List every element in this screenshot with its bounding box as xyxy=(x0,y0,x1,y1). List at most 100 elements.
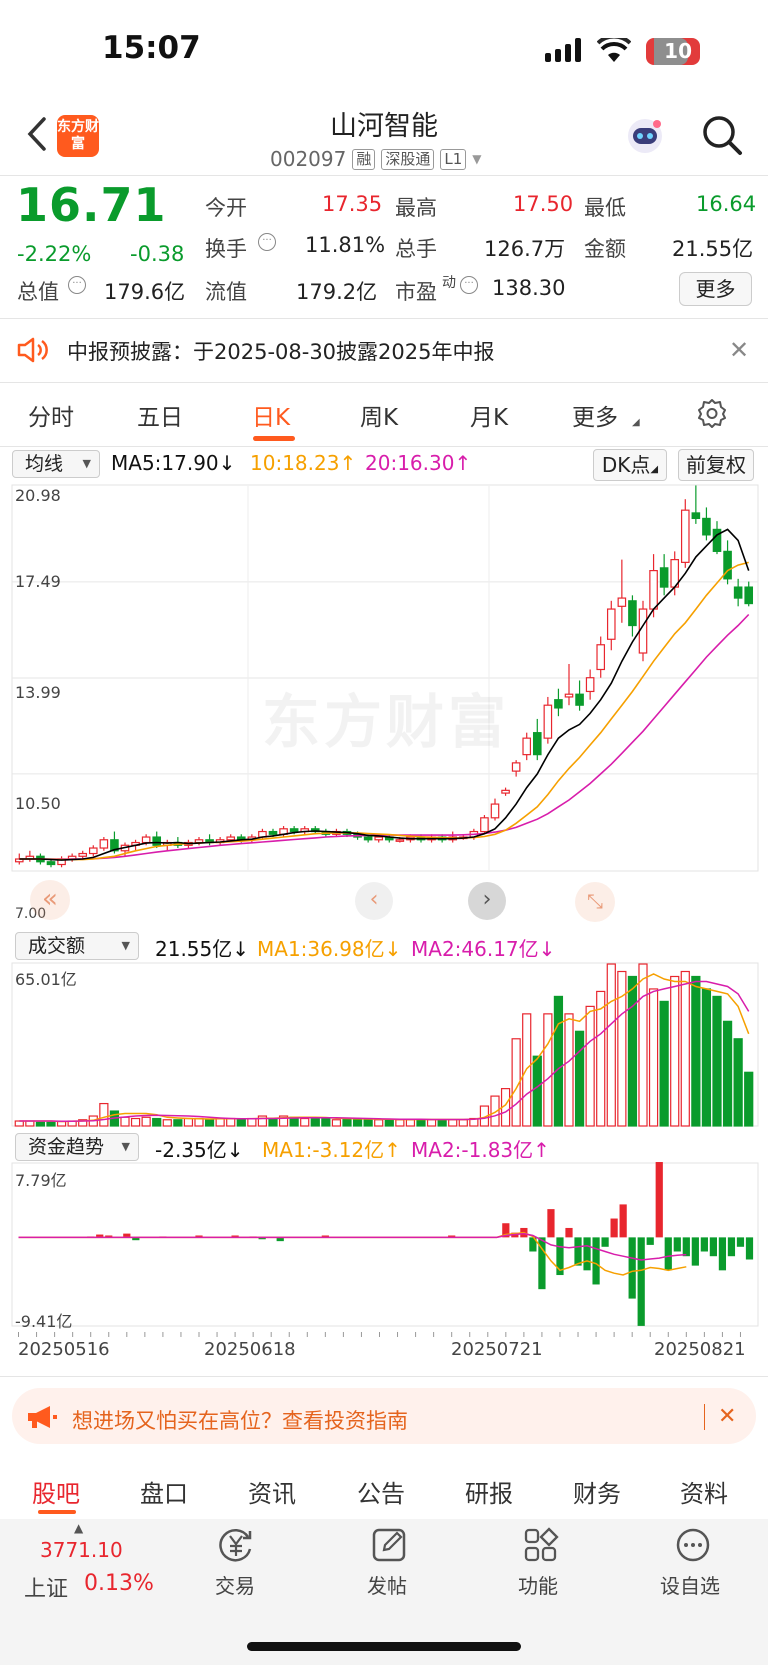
caret-icon: ◢ xyxy=(632,417,640,428)
volume-bar xyxy=(574,1030,585,1127)
tab-forum[interactable]: 股吧 xyxy=(32,1474,80,1509)
close-icon[interactable]: ✕ xyxy=(729,336,749,364)
candle xyxy=(522,737,532,756)
volume-bar xyxy=(331,1119,342,1127)
flow-bar xyxy=(547,1209,555,1238)
trade-yen-icon[interactable] xyxy=(216,1527,256,1563)
close-icon[interactable]: ✕ xyxy=(718,1404,736,1429)
post-edit-icon[interactable] xyxy=(371,1527,407,1563)
assistant-robot-icon[interactable] xyxy=(624,114,666,156)
ma-select[interactable]: 均线 ▼ xyxy=(12,450,100,478)
volume-bar xyxy=(226,1117,236,1127)
volume-select[interactable]: 成交额 ▼ xyxy=(15,932,139,960)
candle xyxy=(575,693,584,706)
tab-finance[interactable]: 财务 xyxy=(573,1474,621,1509)
volume-bar xyxy=(384,1119,394,1127)
info-icon[interactable]: ··· xyxy=(68,276,86,294)
candle xyxy=(628,600,637,627)
candle xyxy=(596,644,606,671)
speaker-icon xyxy=(17,337,48,363)
tab-announcements[interactable]: 公告 xyxy=(357,1474,405,1509)
volume-bar xyxy=(183,1117,194,1127)
fund-flow-select[interactable]: 资金趋势 ▼ xyxy=(15,1133,139,1161)
fund-flow-ma2: MA2:-1.83亿↑ xyxy=(411,1138,550,1162)
date-label: 20250721 xyxy=(451,1339,543,1360)
candle xyxy=(532,732,542,756)
candle xyxy=(268,830,278,835)
forward-adjust-button[interactable]: 前复权 xyxy=(678,449,754,481)
tab-more[interactable]: 更多 xyxy=(572,398,618,432)
candle xyxy=(395,839,405,842)
volume-bar xyxy=(194,1117,204,1127)
low-label: 最低 xyxy=(584,196,626,220)
flow-bar xyxy=(673,1237,681,1252)
expand-icon[interactable]: ⤡ xyxy=(575,882,615,922)
tab-monthly-k[interactable]: 月K xyxy=(470,398,508,432)
candle xyxy=(46,861,56,866)
search-icon[interactable] xyxy=(700,113,744,157)
signal-icon xyxy=(545,38,585,62)
volume-value: 21.55亿↓ xyxy=(155,937,250,961)
market-cap-label: 总值 xyxy=(17,280,59,304)
more-quote-button[interactable]: 更多 xyxy=(679,272,752,306)
candle xyxy=(659,567,669,588)
high-value: 17.50 xyxy=(513,192,574,216)
flow-y-min: -9.41亿 xyxy=(15,1312,73,1331)
trade-label[interactable]: 交易 xyxy=(215,1570,255,1599)
stock-code-row[interactable]: 002097 融 深股通 L1 ▼ xyxy=(270,145,482,173)
candle xyxy=(617,597,627,607)
volume-bar xyxy=(638,963,648,1127)
candle xyxy=(564,693,574,698)
flow-bar xyxy=(601,1237,609,1247)
fund-flow-ma1: MA1:-3.12亿↑ xyxy=(262,1138,401,1162)
volume-bar xyxy=(363,1119,373,1127)
tab-order-book[interactable]: 盘口 xyxy=(140,1474,188,1509)
tab-daily-k[interactable]: 日K xyxy=(252,398,290,432)
post-label[interactable]: 发帖 xyxy=(367,1570,407,1599)
add-favorite-label[interactable]: 设自选 xyxy=(660,1570,720,1599)
tab-news[interactable]: 资讯 xyxy=(248,1474,296,1509)
candle xyxy=(543,704,553,739)
tab-research[interactable]: 研报 xyxy=(465,1474,513,1509)
info-icon[interactable]: ··· xyxy=(460,276,478,294)
stock-code: 002097 xyxy=(270,147,347,171)
next-icon[interactable]: › xyxy=(468,882,506,920)
volume-bar xyxy=(733,1038,743,1127)
candle xyxy=(691,512,701,520)
dk-point-button[interactable]: DK点◢ xyxy=(593,449,667,481)
tab-weekly-k[interactable]: 周K xyxy=(360,398,398,432)
volume-bar xyxy=(141,1116,151,1127)
functions-grid-icon[interactable] xyxy=(523,1527,559,1563)
scroll-left-icon[interactable]: « xyxy=(30,880,70,920)
volume-bar xyxy=(152,1117,162,1127)
volume-bar xyxy=(722,1020,733,1127)
info-icon[interactable]: ··· xyxy=(258,233,276,251)
settings-gear-icon[interactable] xyxy=(697,398,727,428)
tab-five-day[interactable]: 五日 xyxy=(137,398,183,432)
add-favorite-icon[interactable] xyxy=(675,1527,711,1563)
volume-ma1: MA1:36.98亿↓ xyxy=(257,937,402,961)
invest-guide-text: 想进场又怕买在高位？查看投资指南 xyxy=(72,1409,408,1433)
volume-chart[interactable] xyxy=(0,962,768,1130)
volume-bar xyxy=(564,1013,574,1127)
fund-flow-chart[interactable] xyxy=(0,1162,768,1338)
volume-bar xyxy=(342,1117,352,1127)
tab-profile[interactable]: 资料 xyxy=(680,1474,728,1509)
candle xyxy=(585,677,595,693)
prev-icon[interactable]: ‹ xyxy=(355,882,393,920)
status-bar: 15:07 10 xyxy=(0,0,768,100)
volume-bar xyxy=(35,1121,46,1127)
tab-intraday[interactable]: 分时 xyxy=(28,398,74,432)
flow-bar xyxy=(727,1237,736,1257)
volume-bar xyxy=(712,995,722,1127)
volume-value: 126.7万 xyxy=(484,237,566,261)
market-cap-value: 179.6亿 xyxy=(104,280,186,304)
volume-ma2: MA2:46.17亿↓ xyxy=(411,937,556,961)
index-value[interactable]: 3771.10 xyxy=(40,1538,123,1562)
volume-bar xyxy=(173,1119,183,1127)
functions-label[interactable]: 功能 xyxy=(518,1570,558,1599)
candle xyxy=(152,836,162,846)
volume-bar xyxy=(130,1117,141,1127)
volume-bar xyxy=(46,1121,56,1127)
candle xyxy=(606,608,616,640)
